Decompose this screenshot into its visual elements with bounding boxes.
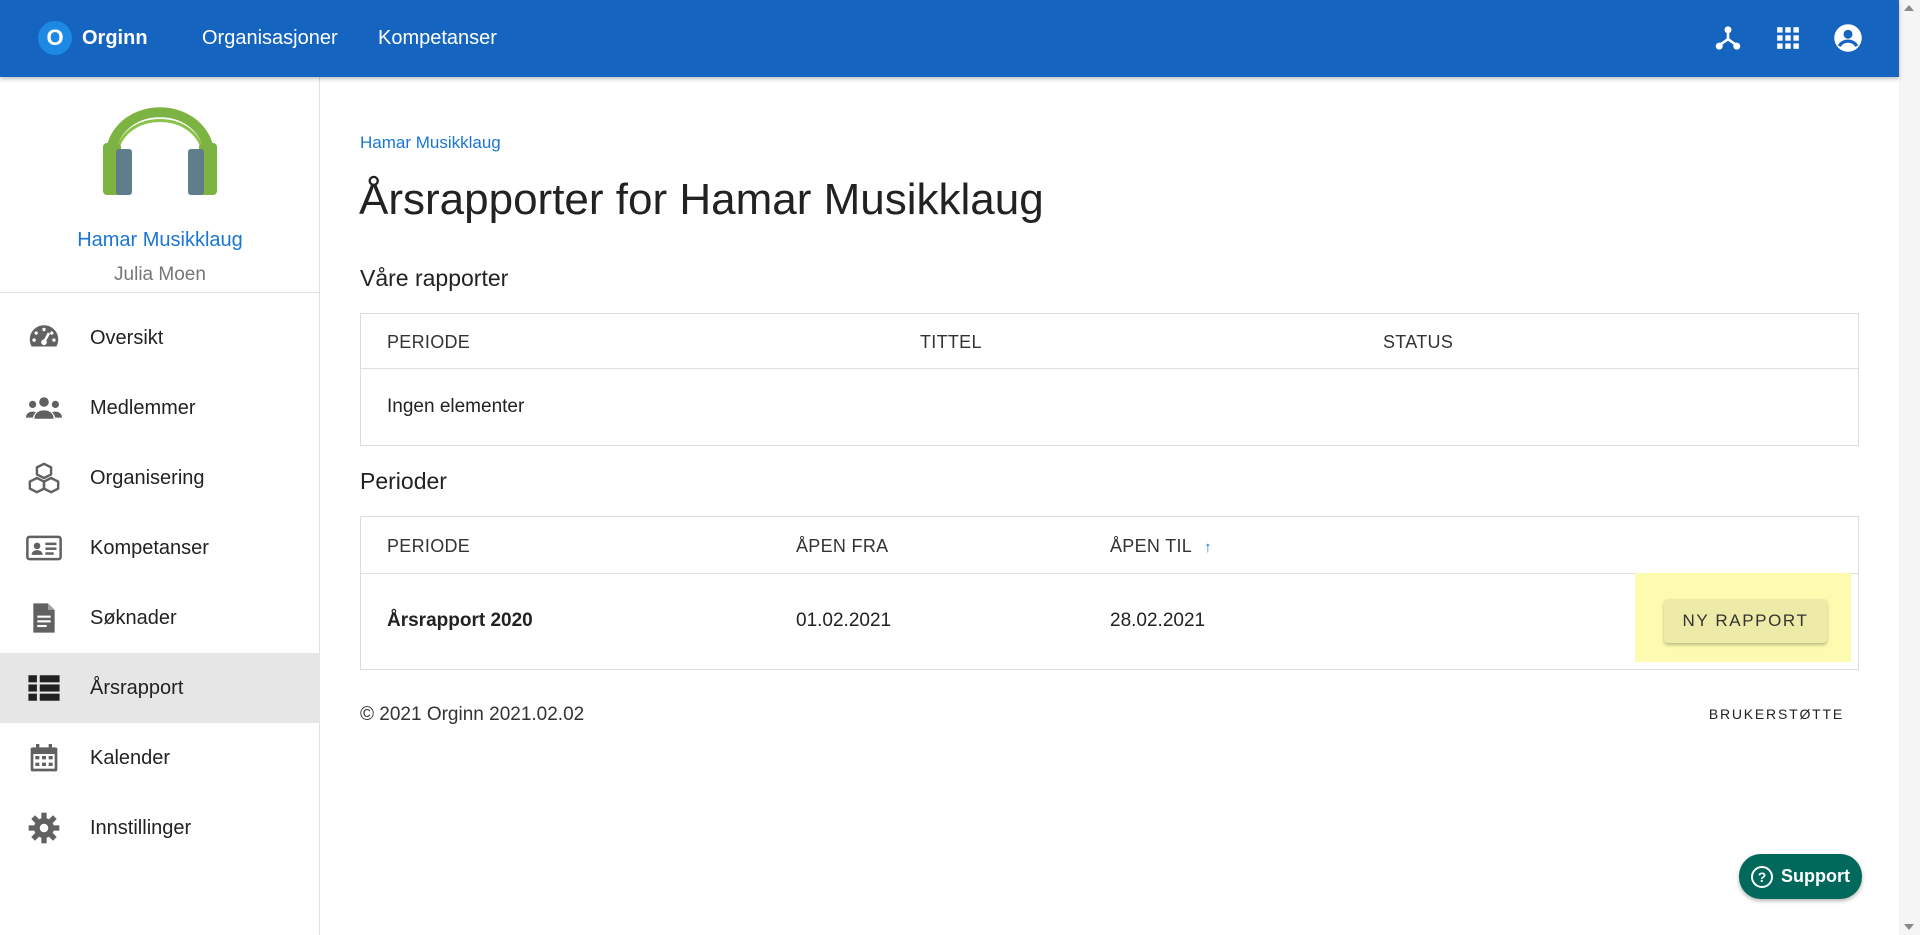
organization-name[interactable]: Hamar Musikklaug bbox=[0, 229, 320, 252]
sidebar-item-label: Medlemmer bbox=[90, 396, 196, 419]
sidebar-item-label: Innstillinger bbox=[90, 816, 192, 839]
reports-table: PERIODE TITTEL STATUS Ingen elementer bbox=[360, 313, 1859, 446]
periods-heading: Perioder bbox=[360, 468, 447, 494]
column-header-apen-til[interactable]: ÅPEN TIL ↑ bbox=[1110, 536, 1212, 557]
sidebar-item-label: Kalender bbox=[90, 746, 171, 769]
footer-copyright: © 2021 Orginn 2021.02.02 bbox=[360, 704, 585, 725]
column-header-status[interactable]: STATUS bbox=[1383, 332, 1453, 353]
brand-badge: O bbox=[38, 21, 72, 55]
sidebar-item-label: Organisering bbox=[90, 466, 205, 489]
hub-icon[interactable] bbox=[1712, 22, 1744, 54]
support-button[interactable]: ? Support bbox=[1739, 854, 1862, 899]
sidebar-item-medlemmer[interactable]: Medlemmer bbox=[0, 373, 320, 443]
sidebar-item-label: Kompetanser bbox=[90, 536, 209, 559]
new-report-button[interactable]: NY RAPPORT bbox=[1664, 599, 1827, 643]
top-app-bar: O Orginn Organisasjoner Kompetanser bbox=[0, 0, 1899, 77]
sidebar-item-innstillinger[interactable]: Innstillinger bbox=[0, 793, 320, 863]
sidebar-item-oversikt[interactable]: Oversikt bbox=[0, 303, 320, 373]
user-name: Julia Moen bbox=[114, 264, 206, 285]
reports-heading: Våre rapporter bbox=[360, 265, 509, 291]
people-icon bbox=[26, 390, 62, 426]
column-header-label: ÅPEN TIL bbox=[1110, 536, 1193, 556]
organization-logo bbox=[100, 91, 220, 211]
document-icon bbox=[26, 600, 62, 636]
list-icon bbox=[26, 670, 62, 706]
sidebar-item-kompetanser[interactable]: Kompetanser bbox=[0, 513, 320, 583]
empty-state-text: Ingen elementer bbox=[387, 396, 525, 417]
sidebar-item-soknader[interactable]: Søknader bbox=[0, 583, 320, 653]
apps-grid-icon[interactable] bbox=[1772, 22, 1804, 54]
sidebar-divider bbox=[0, 292, 320, 293]
header-divider bbox=[361, 368, 1858, 369]
header-divider bbox=[361, 573, 1858, 574]
period-name: Årsrapport 2020 bbox=[387, 610, 533, 631]
column-header-tittel[interactable]: TITTEL bbox=[920, 332, 982, 353]
period-open-from: 01.02.2021 bbox=[796, 610, 892, 631]
column-header-apen-fra[interactable]: ÅPEN FRA bbox=[796, 536, 888, 557]
breadcrumb[interactable]: Hamar Musikklaug bbox=[360, 133, 501, 153]
calendar-icon bbox=[26, 740, 62, 776]
column-header-periode[interactable]: PERIODE bbox=[387, 536, 470, 557]
scroll-down-arrow-icon[interactable] bbox=[1904, 924, 1914, 930]
sort-ascending-icon: ↑ bbox=[1204, 539, 1212, 556]
speedometer-icon bbox=[26, 320, 62, 356]
sidebar-item-arsrapport[interactable]: Årsrapport bbox=[0, 653, 320, 723]
sidebar-item-label: Årsrapport bbox=[90, 676, 184, 699]
sidebar-item-organisering[interactable]: Organisering bbox=[0, 443, 320, 513]
scroll-up-arrow-icon[interactable] bbox=[1904, 5, 1914, 11]
brand-name: Orginn bbox=[82, 26, 148, 49]
brand-logo[interactable]: O Orginn bbox=[38, 21, 148, 55]
help-icon: ? bbox=[1751, 865, 1773, 888]
sidebar-item-label: Søknader bbox=[90, 606, 177, 629]
id-card-icon bbox=[26, 530, 62, 566]
sidebar-item-label: Oversikt bbox=[90, 326, 164, 349]
support-label: Support bbox=[1781, 866, 1850, 886]
vertical-scrollbar[interactable] bbox=[1899, 0, 1920, 935]
gear-icon bbox=[26, 810, 62, 846]
sidebar: Hamar Musikklaug Julia Moen Oversikt Med… bbox=[0, 77, 320, 935]
account-circle-icon[interactable] bbox=[1832, 22, 1864, 54]
nav-organisasjoner[interactable]: Organisasjoner bbox=[202, 0, 338, 77]
column-header-periode[interactable]: PERIODE bbox=[387, 332, 470, 353]
support-link[interactable]: BRUKERSTØTTE bbox=[1709, 706, 1844, 722]
nav-kompetanser[interactable]: Kompetanser bbox=[378, 0, 497, 77]
period-open-to: 28.02.2021 bbox=[1110, 610, 1206, 631]
cubes-icon bbox=[26, 460, 62, 496]
sidebar-item-kalender[interactable]: Kalender bbox=[0, 723, 320, 793]
page-title: Årsrapporter for Hamar Musikklaug bbox=[359, 175, 1044, 224]
